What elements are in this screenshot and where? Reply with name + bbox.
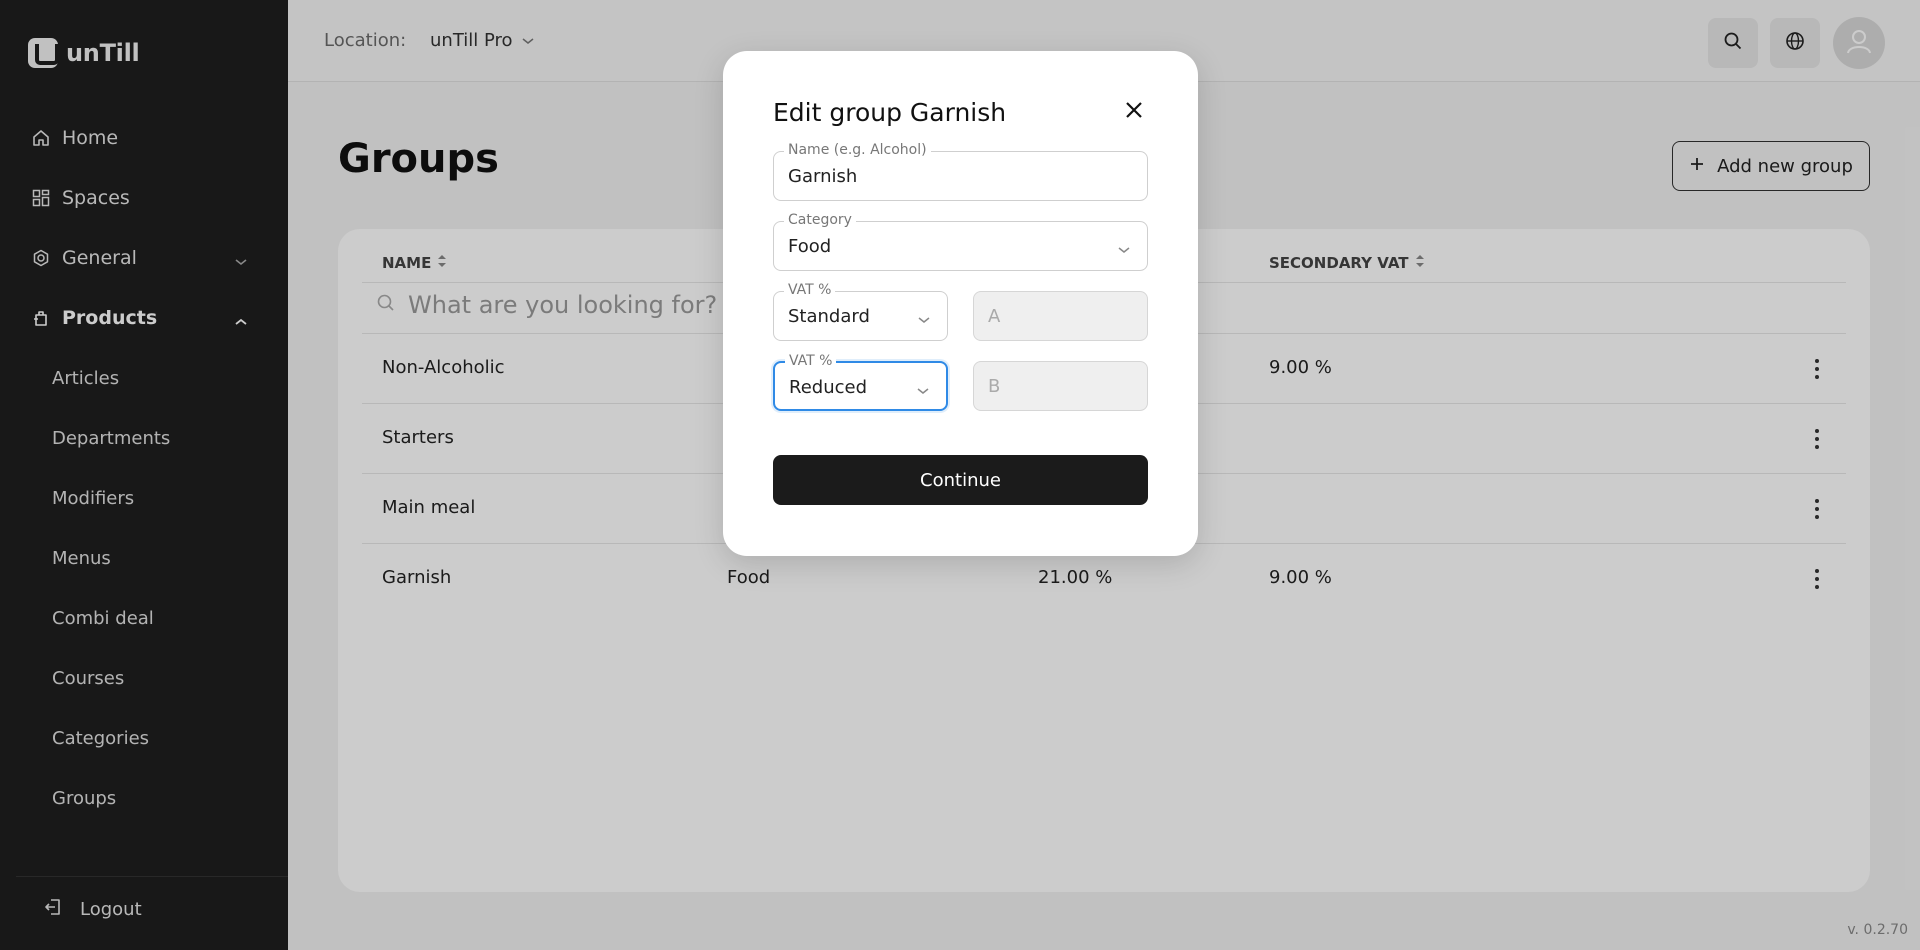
name-field-value: Garnish xyxy=(788,166,858,187)
secondary-vat-code-field: B xyxy=(973,361,1148,411)
continue-button[interactable]: Continue xyxy=(773,455,1148,505)
vat-select[interactable]: VAT % Standard xyxy=(773,282,948,341)
vat-select-value: Standard xyxy=(788,306,870,327)
secondary-vat-select-value: Reduced xyxy=(789,377,868,398)
vat-code-field: A xyxy=(973,291,1148,341)
close-icon xyxy=(1125,101,1143,123)
modal-title: Edit group Garnish xyxy=(773,98,1007,127)
chevron-down-icon xyxy=(916,381,930,400)
category-select-label: Category xyxy=(784,212,856,228)
secondary-vat-select[interactable]: VAT % Reduced xyxy=(773,353,948,411)
edit-group-modal: Edit group Garnish Name (e.g. Alcohol) G… xyxy=(723,51,1198,556)
category-select[interactable]: Category Food xyxy=(773,212,1148,271)
vat-code-value: A xyxy=(988,306,1001,327)
name-field[interactable]: Name (e.g. Alcohol) Garnish xyxy=(773,142,1148,201)
secondary-vat-select-label: VAT % xyxy=(785,353,837,369)
chevron-down-icon xyxy=(1117,240,1131,259)
chevron-down-icon xyxy=(917,310,931,329)
secondary-vat-code-value: B xyxy=(988,376,1001,397)
name-field-label: Name (e.g. Alcohol) xyxy=(784,142,931,158)
close-button[interactable] xyxy=(1122,100,1146,124)
category-select-value: Food xyxy=(788,236,832,257)
vat-select-label: VAT % xyxy=(784,282,836,298)
